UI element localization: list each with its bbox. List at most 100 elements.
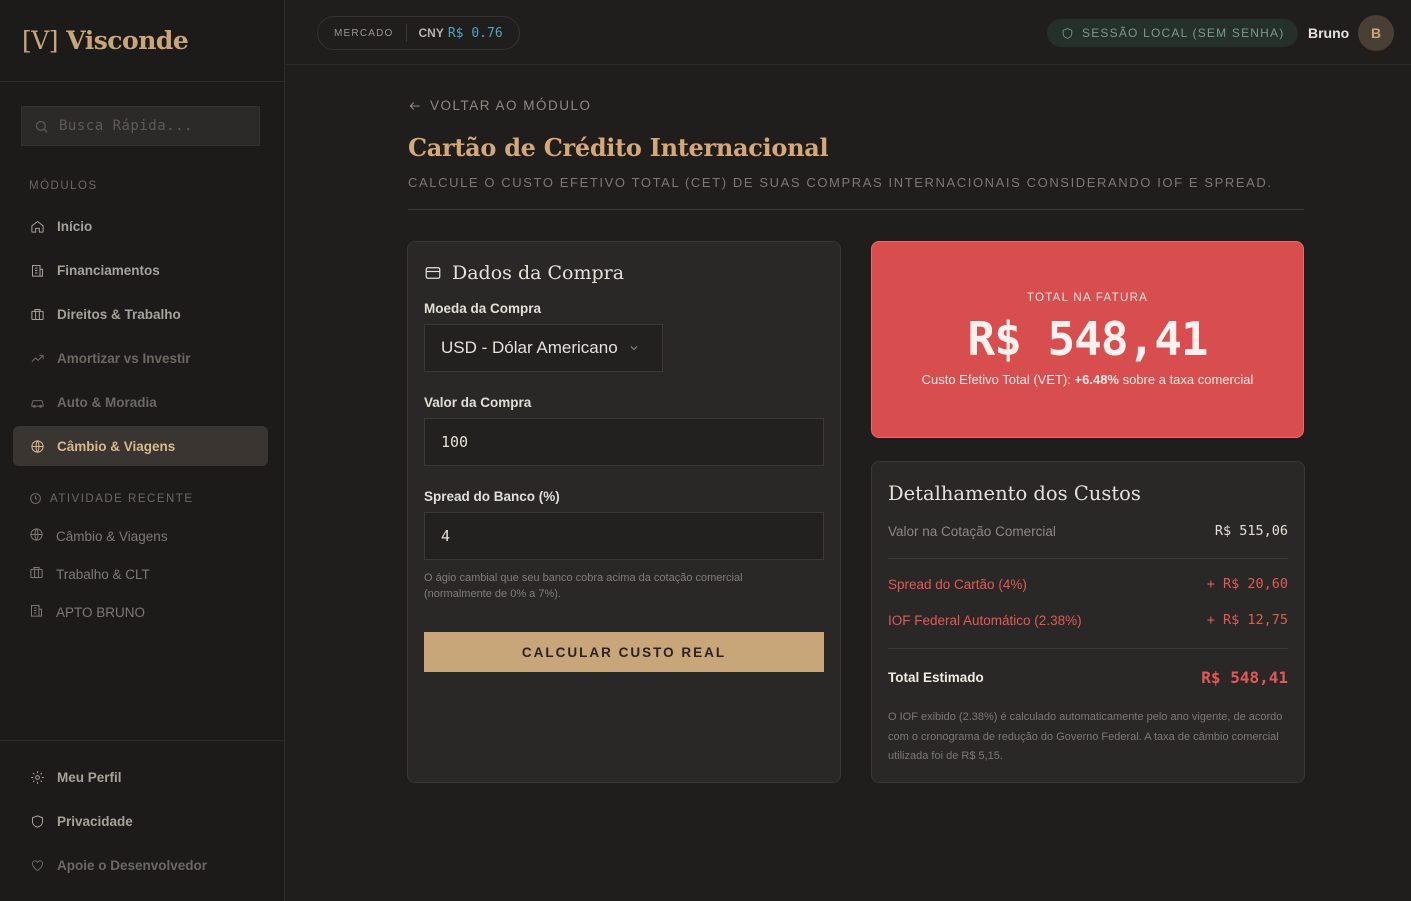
credit-card-icon: [425, 267, 441, 279]
sidebar-item-apoie[interactable]: Apoie o Desenvolvedor: [13, 845, 268, 885]
detail-divider: [888, 648, 1288, 649]
value-label: Valor da Compra: [424, 395, 532, 410]
sidebar-item-label: Auto & Moradia: [57, 394, 157, 410]
page-title: Cartão de Crédito Internacional: [408, 133, 829, 162]
currency-label: Moeda da Compra: [424, 301, 542, 316]
spread-row: Spread do Cartão (4%) + R$ 20,60: [888, 576, 1288, 592]
sidebar-item-label: Privacidade: [57, 813, 133, 829]
form-title-text: Dados da Compra: [452, 262, 625, 284]
modules-label: MÓDULOS: [29, 180, 98, 192]
spread-help: O ágio cambial que seu banco cobra acima…: [424, 572, 743, 600]
search-input[interactable]: Busca Rápida...: [21, 106, 260, 146]
commercial-label: Valor na Cotação Comercial: [888, 523, 1056, 539]
sidebar-item-amortizar[interactable]: Amortizar vs Investir: [13, 338, 268, 378]
estimated-total-value: R$ 548,41: [1201, 668, 1288, 687]
estimated-total-row: Total Estimado R$ 548,41: [888, 668, 1288, 687]
calculate-button[interactable]: CALCULAR CUSTO REAL: [424, 632, 824, 672]
sidebar-item-inicio[interactable]: Início: [13, 206, 268, 246]
home-icon: [29, 218, 45, 234]
iof-value: + R$ 12,75: [1206, 612, 1288, 628]
gear-icon: [29, 769, 45, 785]
total-sub-prefix: Custo Efetivo Total (VET):: [921, 372, 1075, 387]
sidebar-item-perfil[interactable]: Meu Perfil: [13, 757, 268, 797]
total-subtext: Custo Efetivo Total (VET): +6.48% sobre …: [872, 372, 1303, 387]
sidebar-item-privacidade[interactable]: Privacidade: [13, 801, 268, 841]
sidebar: [V] Visconde Busca Rápida... MÓDULOS Iní…: [0, 0, 285, 901]
total-card: TOTAL NA FATURA R$ 548,41 Custo Efetivo …: [871, 241, 1304, 438]
search-icon: [35, 120, 48, 133]
building-icon: [29, 603, 44, 621]
chevron-down-icon: [630, 346, 637, 351]
recent-item-apto[interactable]: APTO BRUNO: [13, 594, 268, 630]
total-sub-suffix: sobre a taxa comercial: [1118, 372, 1254, 387]
logo-bracket: [V]: [22, 26, 59, 55]
page-subtitle: CALCULE O CUSTO EFETIVO TOTAL (CET) DE S…: [408, 175, 1273, 190]
building-icon: [29, 262, 45, 278]
app-logo[interactable]: [V] Visconde: [22, 26, 189, 55]
detail-title: Detalhamento dos Custos: [888, 482, 1141, 505]
sidebar-item-label: Apoie o Desenvolvedor: [57, 857, 208, 873]
market-label: MERCADO: [334, 27, 394, 39]
recent-item-trabalho[interactable]: Trabalho & CLT: [13, 556, 268, 592]
trend-icon: [29, 350, 45, 366]
sidebar-item-label: Financiamentos: [57, 262, 160, 278]
heart-icon: [29, 857, 45, 873]
sidebar-item-financiamentos[interactable]: Financiamentos: [13, 250, 268, 290]
purchase-value-input[interactable]: 100: [424, 418, 824, 466]
sidebar-item-label: Início: [57, 218, 93, 234]
estimated-total-label: Total Estimado: [888, 670, 984, 685]
sidebar-item-label: Direitos & Trabalho: [57, 306, 181, 322]
spread-input[interactable]: 4: [424, 512, 824, 560]
topbar: MERCADO CNY R$ 0.76 SESSÃO LOCAL (SEM SE…: [285, 0, 1411, 65]
arrow-left-icon: [409, 101, 420, 110]
briefcase-icon: [29, 306, 45, 322]
sidebar-item-auto[interactable]: Auto & Moradia: [13, 382, 268, 422]
back-link-label: VOLTAR AO MÓDULO: [430, 98, 592, 113]
iof-note: O IOF exibido (2.38%) é calculado automa…: [888, 711, 1283, 762]
recent-activity-label: ATIVIDADE RECENTE: [29, 492, 194, 505]
clock-icon: [30, 493, 41, 504]
form-title: Dados da Compra: [424, 262, 624, 284]
market-ticker[interactable]: MERCADO CNY R$ 0.76: [317, 16, 520, 50]
sidebar-item-label: Câmbio & Viagens: [57, 438, 176, 454]
detail-divider: [888, 558, 1288, 559]
sidebar-item-cambio[interactable]: Câmbio & Viagens: [13, 426, 268, 466]
sidebar-item-direitos[interactable]: Direitos & Trabalho: [13, 294, 268, 334]
avatar[interactable]: B: [1358, 15, 1394, 51]
search-placeholder: Busca Rápida...: [59, 118, 193, 134]
recent-item-label: APTO BRUNO: [56, 604, 146, 620]
iof-label: IOF Federal Automático (2.38%): [888, 612, 1082, 628]
shield-icon: [1062, 27, 1073, 39]
globe-icon: [29, 438, 45, 454]
market-separator: [405, 24, 407, 42]
sidebar-item-label: Amortizar vs Investir: [57, 350, 191, 366]
currency-select-value: USD - Dólar Americano: [441, 338, 618, 357]
currency-select[interactable]: USD - Dólar Americano: [424, 324, 663, 372]
globe-icon: [29, 527, 44, 545]
car-icon: [29, 394, 45, 410]
commercial-row: Valor na Cotação Comercial R$ 515,06: [888, 523, 1288, 539]
divider: [408, 209, 1304, 210]
purchase-form-card: Dados da Compra Moeda da Compra USD - Dó…: [407, 241, 841, 783]
market-currency: CNY: [418, 26, 444, 40]
session-badge: SESSÃO LOCAL (SEM SENHA): [1047, 19, 1299, 47]
total-sub-pct: +6.48%: [1074, 372, 1119, 387]
total-value: R$ 548,41: [967, 312, 1208, 366]
spread-cost-label: Spread do Cartão (4%): [888, 576, 1027, 592]
sidebar-item-label: Meu Perfil: [57, 769, 122, 785]
spread-label: Spread do Banco (%): [424, 489, 560, 504]
recent-item-label: Trabalho & CLT: [56, 566, 150, 582]
spread-cost-value: + R$ 20,60: [1206, 576, 1288, 592]
logo-name: Visconde: [66, 26, 189, 55]
cost-detail-card: Detalhamento dos Custos Valor na Cotação…: [871, 461, 1305, 783]
recent-item-label: Câmbio & Viagens: [56, 528, 168, 544]
briefcase-icon: [29, 565, 44, 583]
iof-row: IOF Federal Automático (2.38%) + R$ 12,7…: [888, 612, 1288, 628]
logo-area: [V] Visconde: [0, 0, 284, 82]
total-label: TOTAL NA FATURA: [1026, 292, 1149, 304]
commercial-value: R$ 515,06: [1214, 523, 1288, 539]
recent-item-cambio[interactable]: Câmbio & Viagens: [13, 518, 268, 554]
back-link[interactable]: VOLTAR AO MÓDULO: [408, 98, 592, 113]
shield-icon: [29, 813, 45, 829]
user-name[interactable]: Bruno: [1308, 25, 1349, 41]
